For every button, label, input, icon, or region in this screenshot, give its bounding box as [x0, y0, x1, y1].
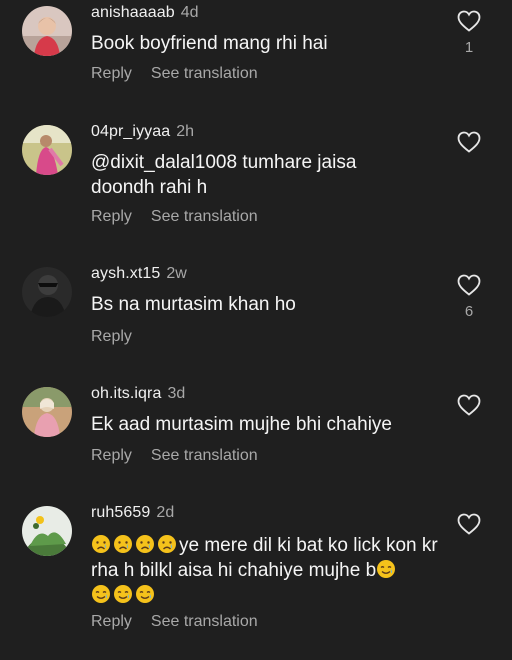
username[interactable]: oh.its.iqra: [91, 385, 161, 402]
comment-meta: aysh.xt15 2w: [91, 265, 187, 283]
reply-button[interactable]: Reply: [91, 208, 132, 225]
reply-button[interactable]: Reply: [91, 613, 132, 630]
avatar[interactable]: [22, 506, 72, 556]
username[interactable]: 04pr_iyyaa: [91, 123, 170, 140]
like-count: 1: [464, 39, 474, 56]
crying-face-emoji: [91, 534, 111, 554]
heart-outline-icon: [457, 513, 481, 535]
reply-button[interactable]: Reply: [91, 447, 132, 464]
avatar[interactable]: [22, 267, 72, 317]
comment-text: Bs na murtasim khan ho: [91, 294, 296, 315]
avatar[interactable]: [22, 125, 72, 175]
comment-text: @dixit_dalal1008 tumhare jaisa doondh ra…: [91, 152, 357, 198]
username[interactable]: anishaaaab: [91, 4, 175, 21]
heart-outline-icon: [457, 131, 481, 153]
reply-button[interactable]: Reply: [91, 65, 132, 82]
reply-button[interactable]: Reply: [91, 328, 132, 345]
like-count: 6: [464, 303, 474, 320]
comment-actions: Reply See translation: [91, 65, 258, 83]
like-button[interactable]: [456, 394, 482, 423]
like-button[interactable]: [456, 131, 482, 160]
crying-face-emoji: [113, 534, 133, 554]
like-button[interactable]: 6: [456, 274, 482, 320]
smiling-face-with-tear-emoji: [135, 584, 155, 604]
see-translation-button[interactable]: See translation: [151, 613, 258, 630]
comment-actions: Reply See translation: [91, 447, 258, 465]
username[interactable]: ruh5659: [91, 504, 150, 521]
timestamp: 2d: [156, 504, 175, 521]
timestamp: 4d: [180, 4, 199, 21]
timestamp: 2w: [166, 265, 187, 282]
comments-list: anishaaaab 4d Book boyfriend mang rhi hai…: [0, 0, 512, 660]
comment-text: Book boyfriend mang rhi hai: [91, 33, 328, 54]
see-translation-button[interactable]: See translation: [151, 208, 258, 225]
avatar[interactable]: [22, 387, 72, 437]
smiling-face-with-tear-emoji: [376, 559, 396, 579]
smiling-face-with-tear-emoji: [113, 584, 133, 604]
username[interactable]: aysh.xt15: [91, 265, 160, 282]
avatar[interactable]: [22, 6, 72, 56]
like-button[interactable]: 1: [456, 10, 482, 56]
comment-meta: oh.its.iqra 3d: [91, 385, 185, 403]
like-button[interactable]: [456, 513, 482, 542]
timestamp: 3d: [167, 385, 186, 402]
see-translation-button[interactable]: See translation: [151, 65, 258, 82]
heart-outline-icon: [457, 10, 481, 32]
crying-face-emoji: [135, 534, 155, 554]
comment-meta: 04pr_iyyaa 2h: [91, 123, 194, 141]
comment-actions: Reply: [91, 328, 132, 346]
comment-meta: anishaaaab 4d: [91, 4, 199, 22]
comment-text: Ek aad murtasim mujhe bhi chahiye: [91, 414, 392, 435]
heart-outline-icon: [457, 274, 481, 296]
crying-face-emoji: [157, 534, 177, 554]
heart-outline-icon: [457, 394, 481, 416]
smiling-face-with-tear-emoji: [91, 584, 111, 604]
timestamp: 2h: [176, 123, 195, 140]
comment-actions: Reply See translation: [91, 613, 258, 631]
comment-actions: Reply See translation: [91, 208, 258, 226]
comment-text: ye mere dil ki bat ko lick kon kr rha h …: [91, 533, 451, 608]
see-translation-button[interactable]: See translation: [151, 447, 258, 464]
comment-meta: ruh5659 2d: [91, 504, 174, 522]
